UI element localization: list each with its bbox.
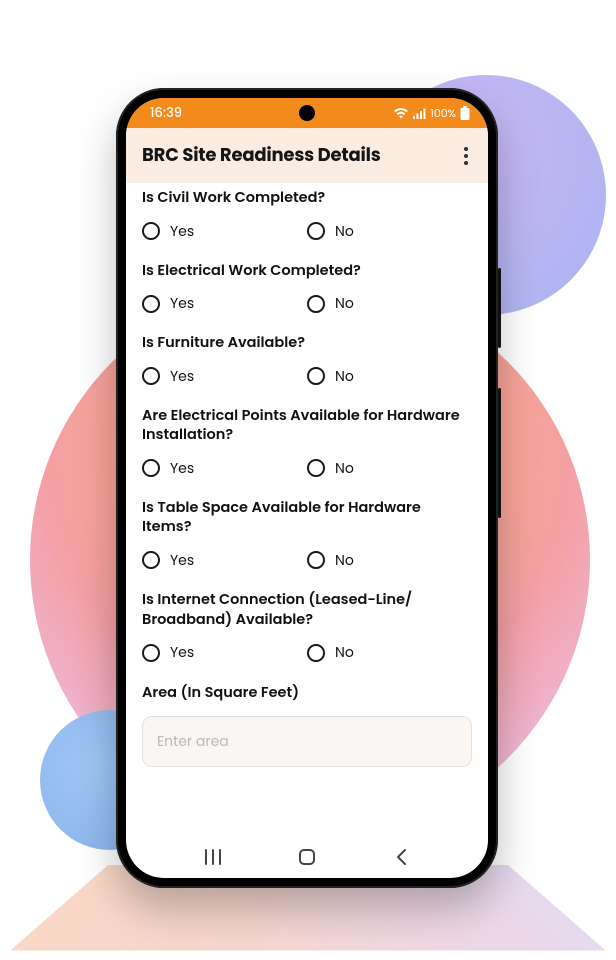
radio-option-no[interactable]: No (307, 366, 472, 387)
radio-option-no[interactable]: No (307, 458, 472, 479)
question-label: Is Civil Work Completed? (142, 189, 472, 209)
radio-option-yes[interactable]: Yes (142, 458, 307, 479)
question-electrical-points: Are Electrical Points Available for Hard… (142, 407, 472, 479)
option-text: No (335, 550, 354, 571)
option-text: Yes (170, 642, 194, 663)
radio-icon (142, 222, 160, 240)
area-input[interactable] (142, 716, 472, 767)
android-nav-bar (126, 836, 488, 878)
radio-icon (142, 459, 160, 477)
radio-option-yes[interactable]: Yes (142, 550, 307, 571)
option-text: No (335, 642, 354, 663)
question-internet: Is Internet Connection (Leased-Line/ Bro… (142, 591, 472, 663)
option-text: No (335, 458, 354, 479)
option-text: Yes (170, 221, 194, 242)
phone-frame: 16:39 100% BRC Site Readiness Details Is… (116, 88, 498, 888)
question-civil-work: Is Civil Work Completed? Yes No (142, 189, 472, 242)
radio-icon (142, 644, 160, 662)
radio-option-yes[interactable]: Yes (142, 642, 307, 663)
radio-option-no[interactable]: No (307, 550, 472, 571)
radio-icon (307, 367, 325, 385)
radio-option-no[interactable]: No (307, 293, 472, 314)
phone-side-button (498, 268, 501, 348)
nav-back-button[interactable] (381, 837, 421, 877)
radio-icon (307, 459, 325, 477)
question-label: Is Table Space Available for Hardware It… (142, 499, 472, 538)
radio-icon (307, 644, 325, 662)
option-text: Yes (170, 458, 194, 479)
radio-option-yes[interactable]: Yes (142, 293, 307, 314)
question-label: Is Electrical Work Completed? (142, 262, 472, 282)
wifi-icon (394, 108, 408, 119)
nav-recents-button[interactable] (193, 837, 233, 877)
signal-icon (412, 108, 426, 119)
back-icon (395, 848, 407, 866)
radio-option-no[interactable]: No (307, 221, 472, 242)
option-text: Yes (170, 293, 194, 314)
page-title: BRC Site Readiness Details (142, 142, 381, 169)
recents-icon (205, 849, 221, 865)
radio-icon (142, 295, 160, 313)
home-icon (299, 849, 315, 865)
option-text: Yes (170, 550, 194, 571)
option-text: No (335, 366, 354, 387)
status-time: 16:39 (150, 103, 182, 123)
radio-option-yes[interactable]: Yes (142, 221, 307, 242)
phone-side-button (498, 388, 501, 518)
status-indicators: 100% (394, 105, 470, 122)
nav-home-button[interactable] (287, 837, 327, 877)
option-text: Yes (170, 366, 194, 387)
form-content[interactable]: Is Civil Work Completed? Yes No Is Elect… (126, 183, 488, 836)
radio-icon (307, 295, 325, 313)
question-label: Is Furniture Available? (142, 334, 472, 354)
battery-text: 100% (430, 105, 456, 122)
radio-option-yes[interactable]: Yes (142, 366, 307, 387)
radio-option-no[interactable]: No (307, 642, 472, 663)
question-label: Is Internet Connection (Leased-Line/ Bro… (142, 591, 472, 630)
radio-icon (142, 551, 160, 569)
question-table-space: Is Table Space Available for Hardware It… (142, 499, 472, 571)
radio-icon (307, 222, 325, 240)
radio-icon (307, 551, 325, 569)
app-header: BRC Site Readiness Details (126, 128, 488, 183)
area-field-block: Area (In Square Feet) (142, 683, 472, 767)
field-label: Area (In Square Feet) (142, 683, 472, 704)
camera-notch (299, 105, 315, 121)
option-text: No (335, 293, 354, 314)
phone-screen: 16:39 100% BRC Site Readiness Details Is… (126, 98, 488, 878)
radio-icon (142, 367, 160, 385)
overflow-menu-button[interactable] (460, 143, 472, 169)
battery-icon (460, 106, 470, 120)
option-text: No (335, 221, 354, 242)
question-electrical-work: Is Electrical Work Completed? Yes No (142, 262, 472, 315)
status-bar: 16:39 100% (126, 98, 488, 128)
question-furniture: Is Furniture Available? Yes No (142, 334, 472, 387)
question-label: Are Electrical Points Available for Hard… (142, 407, 472, 446)
